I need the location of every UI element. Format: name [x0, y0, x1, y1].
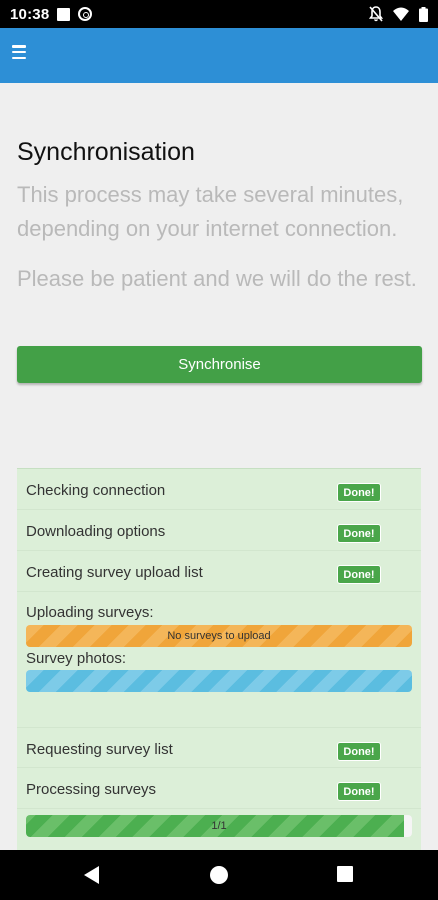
- status-bar: 10:38: [0, 0, 438, 28]
- survey-photos-progress-bar: [26, 670, 412, 692]
- step-row-checking-connection: Checking connection Done!: [17, 469, 421, 510]
- status-badge: Done!: [337, 742, 381, 761]
- battery-icon: [419, 6, 428, 22]
- step-row-creating-upload-list: Creating survey upload list Done!: [17, 551, 421, 592]
- uploading-surveys-label: Uploading surveys:: [26, 604, 154, 621]
- step-label: Processing surveys: [26, 781, 157, 798]
- step-row-requesting-survey-list: Requesting survey list Done!: [17, 727, 421, 768]
- status-badge: Done!: [337, 782, 381, 801]
- step-label: Downloading options: [26, 523, 166, 540]
- info-paragraph-duration: This process may take several minutes, d…: [17, 182, 404, 241]
- status-badge: Done!: [337, 565, 381, 584]
- step-label: Creating survey upload list: [26, 564, 203, 581]
- sync-circle-icon: [78, 7, 93, 21]
- step-row-downloading-options: Downloading options Done!: [17, 510, 421, 551]
- final-progress-bar: 1/1: [26, 815, 412, 837]
- mute-icon: [369, 6, 383, 22]
- survey-photos-label: Survey photos:: [26, 650, 127, 667]
- app-bar: [0, 28, 438, 83]
- back-triangle-icon[interactable]: [84, 866, 99, 884]
- page-title: Synchronisation: [17, 138, 195, 166]
- status-time: 10:38: [10, 5, 50, 23]
- info-paragraph-patience: Please be patient and we will do the res…: [17, 266, 417, 291]
- final-progress-text: 1/1: [211, 820, 227, 832]
- wifi-icon: [393, 7, 409, 21]
- home-circle-icon[interactable]: [210, 866, 228, 884]
- system-nav-bar: [0, 850, 438, 900]
- hamburger-menu-icon[interactable]: [12, 45, 26, 59]
- status-badge: Done!: [337, 524, 381, 543]
- step-label: Checking connection: [26, 482, 166, 499]
- notification-square-icon: [57, 7, 71, 21]
- step-row-processing-surveys: Processing surveys Done!: [17, 768, 421, 809]
- recents-square-icon[interactable]: [337, 866, 353, 882]
- sync-progress-panel: Checking connection Done! Downloading op…: [17, 468, 421, 850]
- step-label: Requesting survey list: [26, 741, 173, 758]
- status-badge: Done!: [337, 483, 381, 502]
- uploading-surveys-progress-bar: No surveys to upload: [26, 625, 412, 647]
- uploading-bar-text: No surveys to upload: [167, 630, 271, 642]
- synchronise-button[interactable]: Synchronise: [17, 346, 422, 383]
